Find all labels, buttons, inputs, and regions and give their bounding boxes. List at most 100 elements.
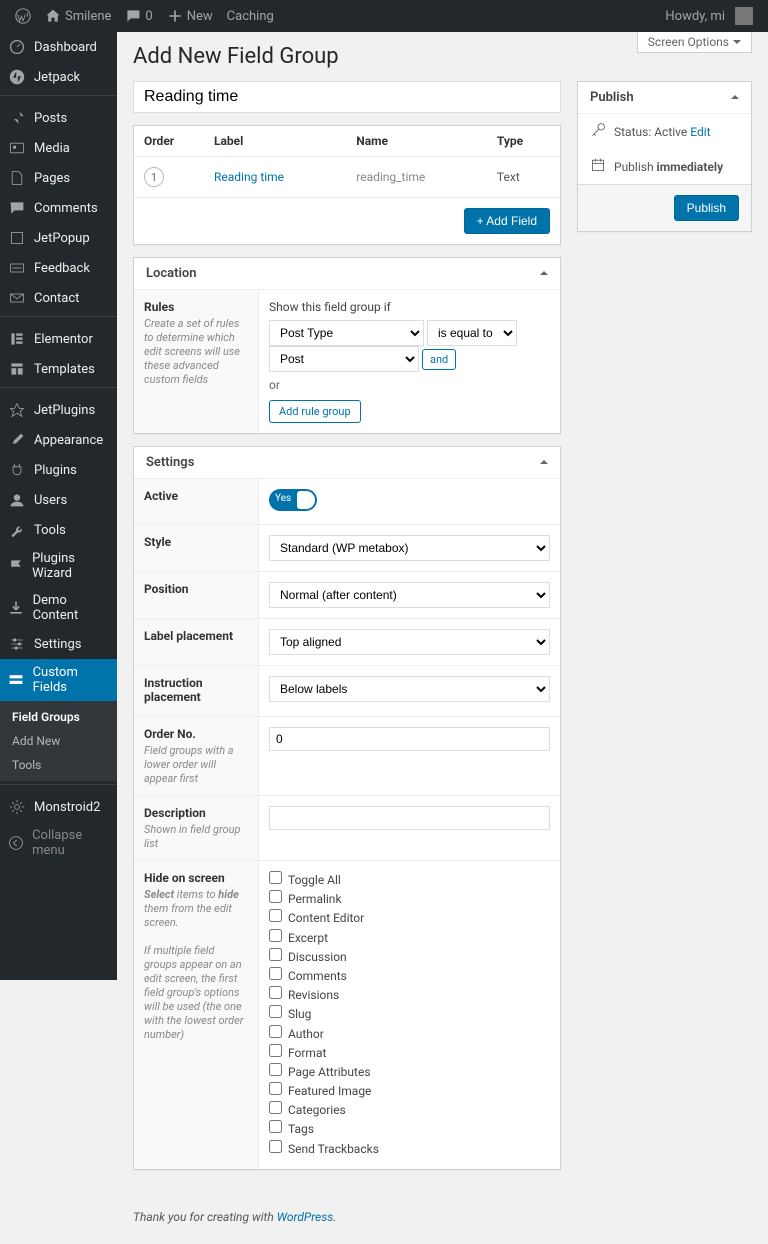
jetpack-icon bbox=[8, 68, 26, 86]
hide-item[interactable]: Permalink bbox=[269, 890, 550, 909]
site-name[interactable]: Smilene bbox=[38, 0, 118, 32]
group-title-input[interactable] bbox=[133, 81, 561, 113]
position-select[interactable]: Normal (after content) bbox=[269, 582, 550, 608]
hide-item[interactable]: Slug bbox=[269, 1005, 550, 1024]
show-if-text: Show this field group if bbox=[269, 300, 550, 314]
hide-checkbox[interactable] bbox=[269, 890, 282, 903]
menu-posts[interactable]: Posts bbox=[0, 103, 117, 133]
add-and-rule[interactable]: and bbox=[422, 349, 456, 370]
menu-demo-content[interactable]: Demo Content bbox=[0, 587, 117, 629]
rule-param-select[interactable]: Post Type bbox=[269, 320, 424, 346]
hide-checkbox[interactable] bbox=[269, 909, 282, 922]
hide-item[interactable]: Tags bbox=[269, 1120, 550, 1139]
wrench-icon bbox=[8, 521, 26, 539]
rule-operator-select[interactable]: is equal to bbox=[427, 320, 517, 346]
hide-checkbox[interactable] bbox=[269, 1140, 282, 1153]
menu-contact[interactable]: Contact bbox=[0, 283, 117, 313]
menu-pages[interactable]: Pages bbox=[0, 163, 117, 193]
media-icon bbox=[8, 139, 26, 157]
active-toggle[interactable]: Yes bbox=[269, 489, 317, 511]
col-order: Order bbox=[134, 126, 204, 157]
wordpress-link[interactable]: WordPress bbox=[277, 1210, 334, 1224]
order-no-input[interactable] bbox=[269, 727, 550, 751]
hide-item[interactable]: Send Trackbacks bbox=[269, 1140, 550, 1159]
submenu-tools[interactable]: Tools bbox=[0, 753, 117, 777]
menu-comments[interactable]: Comments bbox=[0, 193, 117, 223]
col-name: Name bbox=[346, 126, 487, 157]
menu-feedback[interactable]: Feedback bbox=[0, 253, 117, 283]
caching-menu[interactable]: Caching bbox=[220, 0, 281, 32]
field-type: Text bbox=[487, 157, 560, 198]
hide-checkbox[interactable] bbox=[269, 1120, 282, 1133]
menu-media[interactable]: Media bbox=[0, 133, 117, 163]
hide-item[interactable]: Featured Image bbox=[269, 1082, 550, 1101]
collapse-menu[interactable]: Collapse menu bbox=[0, 822, 117, 864]
style-select[interactable]: Standard (WP metabox) bbox=[269, 535, 550, 561]
menu-plugins[interactable]: Plugins bbox=[0, 455, 117, 485]
pin-icon bbox=[8, 109, 26, 127]
edit-status-link[interactable]: Edit bbox=[690, 125, 710, 139]
hide-item[interactable]: Page Attributes bbox=[269, 1063, 550, 1082]
menu-jetpopup[interactable]: JetPopup bbox=[0, 223, 117, 253]
publish-button[interactable]: Publish bbox=[674, 195, 739, 221]
hide-checkbox[interactable] bbox=[269, 967, 282, 980]
hide-item[interactable]: Revisions bbox=[269, 986, 550, 1005]
hide-item[interactable]: Discussion bbox=[269, 948, 550, 967]
fields-icon bbox=[8, 671, 25, 689]
hide-item[interactable]: Author bbox=[269, 1025, 550, 1044]
screen-options-toggle[interactable]: Screen Options bbox=[637, 32, 752, 53]
comments-bubble[interactable]: 0 bbox=[118, 0, 159, 32]
hide-checkbox[interactable] bbox=[269, 871, 282, 884]
hide-checkbox[interactable] bbox=[269, 986, 282, 999]
sliders-icon bbox=[8, 635, 26, 653]
order-handle[interactable]: 1 bbox=[144, 167, 164, 187]
add-rule-group-button[interactable]: Add rule group bbox=[269, 400, 361, 423]
menu-appearance[interactable]: Appearance bbox=[0, 425, 117, 455]
label-placement-select[interactable]: Top aligned bbox=[269, 629, 550, 655]
menu-jetplugins[interactable]: JetPlugins bbox=[0, 395, 117, 425]
publish-heading[interactable]: Publish bbox=[578, 82, 751, 114]
hide-checkbox[interactable] bbox=[269, 1044, 282, 1057]
new-content[interactable]: New bbox=[160, 0, 220, 32]
add-field-button[interactable]: + Add Field bbox=[464, 208, 550, 234]
or-text: or bbox=[269, 378, 550, 392]
menu-settings[interactable]: Settings bbox=[0, 629, 117, 659]
hide-checkbox[interactable] bbox=[269, 1063, 282, 1076]
menu-jetpack[interactable]: Jetpack bbox=[0, 62, 117, 92]
table-row[interactable]: 1 Reading time reading_time Text bbox=[134, 157, 560, 198]
location-heading[interactable]: Location bbox=[134, 258, 560, 290]
submenu-add-new[interactable]: Add New bbox=[0, 729, 117, 753]
comments-icon bbox=[8, 199, 26, 217]
hide-item[interactable]: Excerpt bbox=[269, 929, 550, 948]
submenu-field-groups[interactable]: Field Groups bbox=[0, 705, 117, 729]
my-account[interactable]: Howdy, mi bbox=[658, 0, 760, 32]
menu-tools[interactable]: Tools bbox=[0, 515, 117, 545]
hide-item[interactable]: Comments bbox=[269, 967, 550, 986]
menu-custom-fields[interactable]: Custom Fields bbox=[0, 659, 117, 701]
hide-item[interactable]: Toggle All bbox=[269, 871, 550, 890]
publish-box: Publish Status: Active Edit Publish imme… bbox=[577, 81, 752, 232]
instruction-placement-select[interactable]: Below labels bbox=[269, 676, 550, 702]
hide-checkbox[interactable] bbox=[269, 1025, 282, 1038]
menu-users[interactable]: Users bbox=[0, 485, 117, 515]
brush-icon bbox=[8, 431, 26, 449]
hide-checkbox[interactable] bbox=[269, 929, 282, 942]
hide-item[interactable]: Categories bbox=[269, 1101, 550, 1120]
hide-checkbox[interactable] bbox=[269, 1082, 282, 1095]
menu-elementor[interactable]: Elementor bbox=[0, 324, 117, 354]
menu-templates[interactable]: Templates bbox=[0, 354, 117, 384]
field-label-link[interactable]: Reading time bbox=[214, 170, 284, 184]
rule-value-select[interactable]: Post bbox=[269, 346, 419, 372]
hide-item[interactable]: Content Editor bbox=[269, 909, 550, 928]
hide-checkbox[interactable] bbox=[269, 1005, 282, 1018]
wp-logo[interactable] bbox=[8, 0, 38, 32]
menu-dashboard[interactable]: Dashboard bbox=[0, 32, 117, 62]
menu-plugins-wizard[interactable]: Plugins Wizard bbox=[0, 545, 117, 587]
description-input[interactable] bbox=[269, 806, 550, 830]
hide-checkbox[interactable] bbox=[269, 1101, 282, 1114]
menu-monstroid[interactable]: Monstroid2 bbox=[0, 792, 117, 822]
hide-checkbox[interactable] bbox=[269, 948, 282, 961]
settings-heading[interactable]: Settings bbox=[134, 447, 560, 479]
dashboard-icon bbox=[8, 38, 26, 56]
hide-item[interactable]: Format bbox=[269, 1044, 550, 1063]
